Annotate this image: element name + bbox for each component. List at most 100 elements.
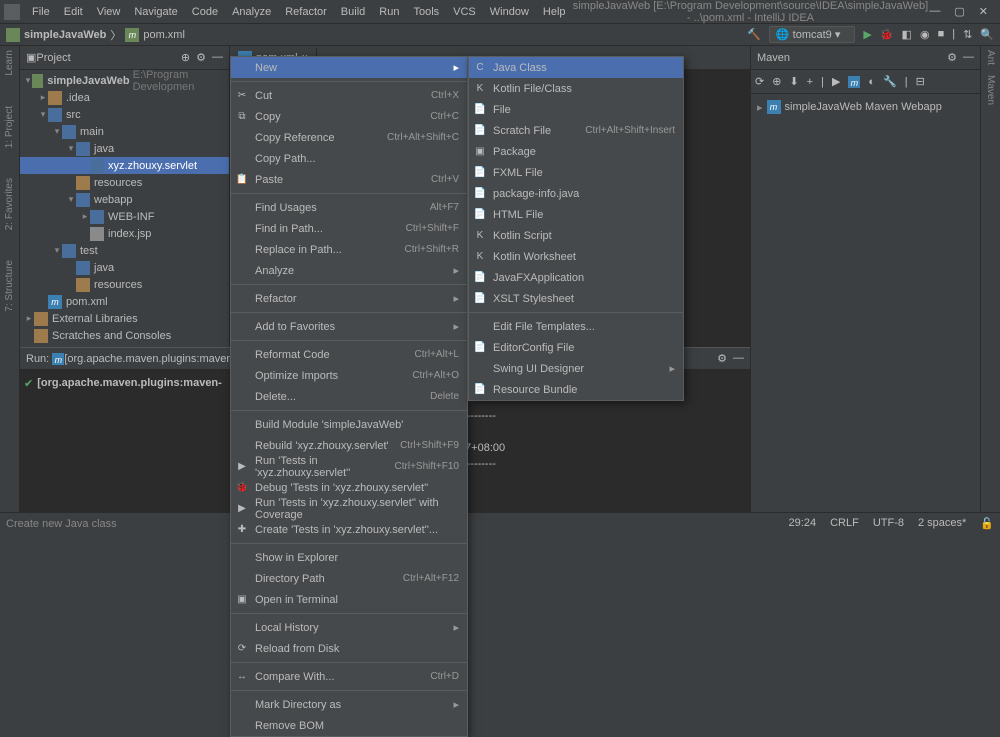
- menu-item[interactable]: 📄FXML File: [469, 162, 683, 183]
- context-menu[interactable]: New▸ ✂CutCtrl+X⧉CopyCtrl+CCopy ReferenceC…: [230, 56, 468, 737]
- line-separator[interactable]: CRLF: [830, 517, 859, 530]
- wrench-icon[interactable]: 🔧: [883, 75, 897, 88]
- menu-refactor[interactable]: Refactor: [279, 4, 333, 20]
- close-icon[interactable]: ✕: [979, 5, 988, 18]
- maven-tree[interactable]: ▸msimpleJavaWeb Maven Webapp: [751, 94, 980, 120]
- menu-item[interactable]: Copy Path...: [231, 148, 467, 169]
- menu-item[interactable]: Replace in Path...Ctrl+Shift+R: [231, 239, 467, 260]
- tree-node[interactable]: ▸WEB-INF: [20, 208, 229, 225]
- rail-tab[interactable]: 1: Project: [4, 106, 15, 148]
- menu-item[interactable]: KKotlin File/Class: [469, 78, 683, 99]
- menu-item[interactable]: ▣Open in Terminal: [231, 589, 467, 610]
- menu-item[interactable]: ✚Create 'Tests in 'xyz.zhouxy.servlet''.…: [231, 519, 467, 540]
- generate-icon[interactable]: ⊕: [772, 75, 781, 88]
- menu-build[interactable]: Build: [335, 4, 371, 20]
- menu-view[interactable]: View: [91, 4, 127, 20]
- menu-item[interactable]: Swing UI Designer▸: [469, 358, 683, 379]
- menu-item[interactable]: ⧉CopyCtrl+C: [231, 106, 467, 127]
- hide-icon[interactable]: —: [733, 352, 744, 365]
- stop-icon[interactable]: ■: [938, 28, 945, 41]
- tree-node[interactable]: index.jsp: [20, 225, 229, 242]
- lock-icon[interactable]: 🔓: [980, 517, 994, 530]
- tree-node[interactable]: Scratches and Consoles: [20, 327, 229, 344]
- menu-help[interactable]: Help: [537, 4, 572, 20]
- tree-node[interactable]: ▾main: [20, 123, 229, 140]
- tree-node[interactable]: ▾java: [20, 140, 229, 157]
- menu-item[interactable]: ✂CutCtrl+X: [231, 85, 467, 106]
- menu-item[interactable]: 📄EditorConfig File: [469, 337, 683, 358]
- debug-icon[interactable]: 🐞: [880, 28, 894, 41]
- menu-item[interactable]: 📋PasteCtrl+V: [231, 169, 467, 190]
- rail-tab[interactable]: Learn: [4, 50, 15, 76]
- menu-file[interactable]: File: [26, 4, 56, 20]
- menu-item[interactable]: Add to Favorites▸: [231, 316, 467, 337]
- menu-item[interactable]: ▶Run 'Tests in 'xyz.zhouxy.servlet''Ctrl…: [231, 456, 467, 477]
- run-config-combo[interactable]: 🌐 tomcat9 ▾: [769, 26, 855, 43]
- tree-node[interactable]: java: [20, 259, 229, 276]
- minimize-icon[interactable]: —: [929, 5, 940, 18]
- rail-tab[interactable]: Maven: [985, 75, 996, 105]
- menu-item[interactable]: Optimize ImportsCtrl+Alt+O: [231, 365, 467, 386]
- menu-item[interactable]: Remove BOM: [231, 715, 467, 736]
- toggle-icon[interactable]: ◐: [868, 76, 875, 88]
- menu-item[interactable]: 📄Resource Bundle: [469, 379, 683, 400]
- tree-node[interactable]: resources: [20, 174, 229, 191]
- new-submenu[interactable]: CJava ClassKKotlin File/Class📄File📄Scrat…: [468, 56, 684, 401]
- menu-item[interactable]: Edit File Templates...: [469, 316, 683, 337]
- menu-item[interactable]: KKotlin Worksheet: [469, 246, 683, 267]
- menu-item[interactable]: Rebuild 'xyz.zhouxy.servlet'Ctrl+Shift+F…: [231, 435, 467, 456]
- tree-node[interactable]: ▾test: [20, 242, 229, 259]
- menu-edit[interactable]: Edit: [58, 4, 89, 20]
- menu-item[interactable]: KKotlin Script: [469, 225, 683, 246]
- menu-item[interactable]: Build Module 'simpleJavaWeb': [231, 414, 467, 435]
- profile-icon[interactable]: ◉: [920, 28, 930, 41]
- collapse-icon[interactable]: ⊕: [181, 51, 190, 64]
- menu-window[interactable]: Window: [484, 4, 535, 20]
- tree-root[interactable]: ▾simpleJavaWeb E:\Program Developmen: [20, 72, 229, 89]
- hide-icon[interactable]: —: [963, 51, 974, 64]
- coverage-icon[interactable]: ◧: [902, 28, 912, 41]
- rail-tab[interactable]: 7: Structure: [4, 260, 15, 312]
- gear-icon[interactable]: ⚙: [717, 352, 727, 365]
- menu-item[interactable]: Analyze▸: [231, 260, 467, 281]
- menu-run[interactable]: Run: [373, 4, 405, 20]
- menu-item[interactable]: ↔Compare With...Ctrl+D: [231, 666, 467, 687]
- tree-node[interactable]: ▾src: [20, 106, 229, 123]
- menu-item[interactable]: Refactor▸: [231, 288, 467, 309]
- menu-item[interactable]: Reformat CodeCtrl+Alt+L: [231, 344, 467, 365]
- tree-node[interactable]: ▸External Libraries: [20, 310, 229, 327]
- rail-tab[interactable]: 2: Favorites: [4, 178, 15, 230]
- menu-item[interactable]: 📄package-info.java: [469, 183, 683, 204]
- tree-node[interactable]: xyz.zhouxy.servlet: [20, 157, 229, 174]
- menu-item[interactable]: CJava Class: [469, 57, 683, 78]
- menu-code[interactable]: Code: [186, 4, 224, 20]
- menu-navigate[interactable]: Navigate: [128, 4, 183, 20]
- menu-item[interactable]: Local History▸: [231, 617, 467, 638]
- build-icon[interactable]: 🔨: [747, 28, 761, 41]
- menu-item[interactable]: Show in Explorer: [231, 547, 467, 568]
- menu-item[interactable]: Copy ReferenceCtrl+Alt+Shift+C: [231, 127, 467, 148]
- menu-item[interactable]: Find UsagesAlt+F7: [231, 197, 467, 218]
- menu-item[interactable]: 📄JavaFXApplication: [469, 267, 683, 288]
- run-tree[interactable]: ✔[org.apache.maven.plugins:maven-: [20, 370, 260, 512]
- indent-info[interactable]: 2 spaces*: [918, 517, 966, 530]
- menu-item[interactable]: New▸: [231, 57, 467, 78]
- menu-item[interactable]: 📄File: [469, 99, 683, 120]
- tree-node[interactable]: ▾webapp: [20, 191, 229, 208]
- menu-item[interactable]: Mark Directory as▸: [231, 694, 467, 715]
- menu-item[interactable]: ▣Package: [469, 141, 683, 162]
- menu-analyze[interactable]: Analyze: [226, 4, 277, 20]
- hide-icon[interactable]: —: [212, 51, 223, 64]
- maximize-icon[interactable]: ▢: [954, 5, 964, 18]
- search-icon[interactable]: 🔍: [980, 28, 994, 41]
- menu-item[interactable]: ▶Run 'Tests in 'xyz.zhouxy.servlet'' wit…: [231, 498, 467, 519]
- menu-item[interactable]: Find in Path...Ctrl+Shift+F: [231, 218, 467, 239]
- menu-vcs[interactable]: VCS: [447, 4, 482, 20]
- tree-node[interactable]: resources: [20, 276, 229, 293]
- menu-item[interactable]: Directory PathCtrl+Alt+F12: [231, 568, 467, 589]
- refresh-icon[interactable]: ⟳: [755, 75, 764, 88]
- caret-position[interactable]: 29:24: [789, 517, 817, 530]
- gear-icon[interactable]: ⚙: [947, 51, 957, 64]
- tree-node[interactable]: mpom.xml: [20, 293, 229, 310]
- add-icon[interactable]: +: [807, 76, 813, 88]
